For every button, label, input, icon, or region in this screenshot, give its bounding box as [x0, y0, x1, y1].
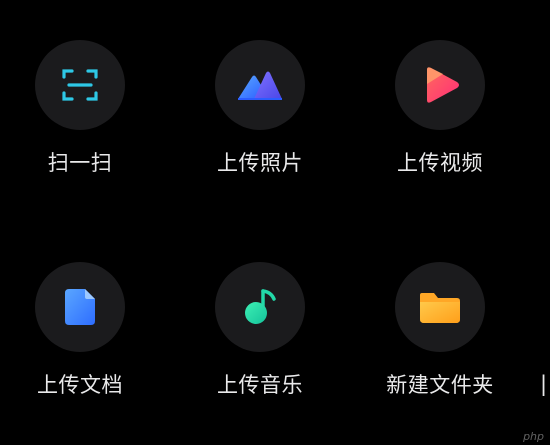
upload-photo-icon-circle: [215, 40, 305, 130]
upload-video-button[interactable]: 上传视频: [360, 40, 520, 190]
action-grid: 扫一扫 上传照片 上传视频 上传文档 上传音乐 新建文件夹: [0, 0, 550, 445]
upload-document-icon-circle: [35, 262, 125, 352]
music-note-icon: [245, 289, 276, 324]
document-icon: [65, 289, 95, 325]
upload-music-label: 上传音乐: [217, 373, 303, 397]
new-folder-icon-circle: [395, 262, 485, 352]
upload-video-label: 上传视频: [397, 151, 483, 175]
next-item-peek: |: [540, 372, 548, 396]
new-folder-button[interactable]: 新建文件夹: [360, 262, 520, 412]
mountain-photo-icon: [238, 71, 282, 100]
upload-music-icon-circle: [215, 262, 305, 352]
upload-music-button[interactable]: 上传音乐: [180, 262, 340, 412]
upload-document-button[interactable]: 上传文档: [0, 262, 160, 412]
upload-photo-button[interactable]: 上传照片: [180, 40, 340, 190]
watermark: php: [523, 430, 544, 443]
new-folder-label: 新建文件夹: [386, 373, 494, 397]
scan-label: 扫一扫: [47, 151, 113, 175]
folder-icon: [420, 293, 460, 323]
play-video-icon: [427, 67, 459, 103]
scan-button[interactable]: 扫一扫: [0, 40, 160, 190]
scan-icon-circle: [35, 40, 125, 130]
upload-video-icon-circle: [395, 40, 485, 130]
upload-document-label: 上传文档: [37, 373, 123, 397]
upload-photo-label: 上传照片: [217, 151, 303, 175]
scan-icon: [62, 69, 98, 101]
